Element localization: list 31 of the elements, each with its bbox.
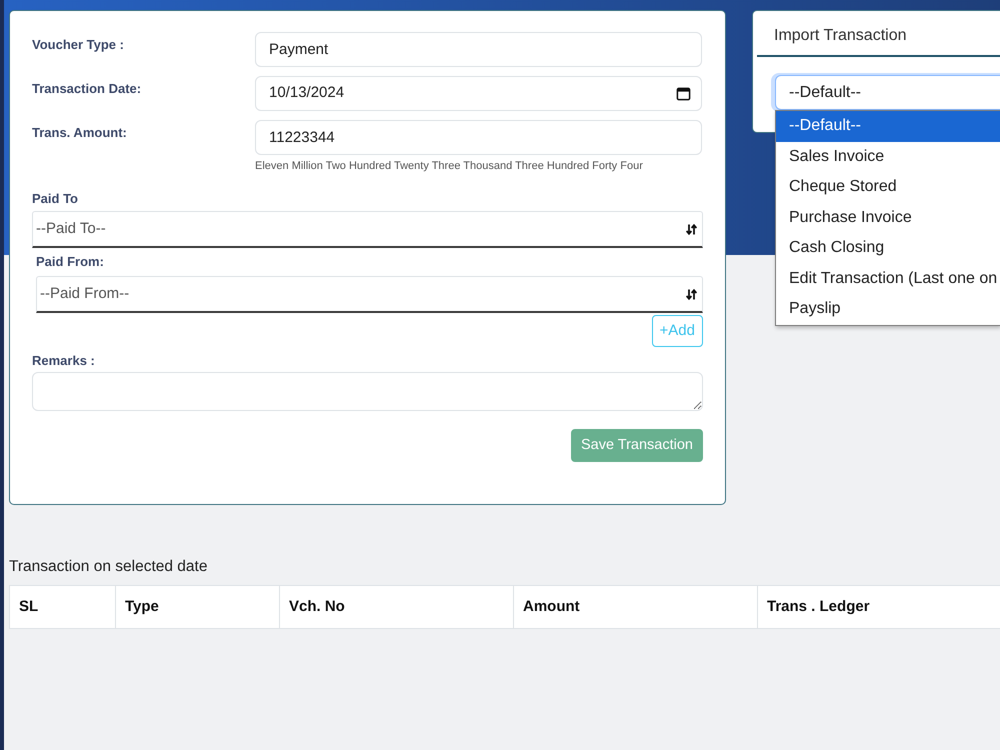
dropdown-option[interactable]: Edit Transaction (Last one on (776, 264, 1000, 294)
amount-in-words: Eleven Million Two Hundred Twenty Three Thousand Three Hundred Forty Four (255, 159, 644, 173)
sort-icon (686, 288, 697, 300)
dropdown-option[interactable]: Cheque Stored (776, 172, 1000, 202)
dropdown-option[interactable]: Sales Invoice (776, 142, 1000, 172)
field-label: Paid From: (36, 254, 105, 270)
column-header: SL (10, 586, 116, 628)
field-label: Voucher Type : (32, 36, 125, 53)
section-title: Transaction on selected date (9, 557, 208, 577)
field-label: Paid To (32, 191, 79, 207)
select-field[interactable]: --Paid From-- (36, 276, 703, 313)
column-header: Vch. No (280, 586, 514, 628)
dropdown-field[interactable]: --Default-- (775, 75, 1000, 110)
text-field[interactable]: Payment (255, 32, 702, 67)
dropdown-option[interactable]: Purchase Invoice (776, 202, 1000, 233)
select-field[interactable]: --Paid To-- (32, 211, 703, 248)
column-header: Amount (514, 586, 758, 628)
field-label: Transaction Date: (32, 80, 142, 97)
panel-title: Import Transaction (773, 26, 908, 46)
dropdown-option[interactable]: --Default-- (776, 111, 1000, 142)
dropdown-option[interactable]: Cash Closing (776, 233, 1000, 264)
date-field[interactable]: 10/13/2024 (255, 76, 702, 111)
dropdown-option[interactable]: Payslip (776, 294, 1000, 324)
field-label: Remarks : (32, 353, 96, 369)
remarks-field[interactable] (32, 372, 703, 411)
text-field[interactable]: 11223344 (255, 120, 702, 155)
sort-icon (686, 224, 697, 234)
field-label: Trans. Amount: (32, 124, 128, 141)
column-header: Type (116, 586, 280, 628)
column-header: Trans . Ledger (758, 586, 1000, 628)
calendar-icon (676, 86, 691, 101)
